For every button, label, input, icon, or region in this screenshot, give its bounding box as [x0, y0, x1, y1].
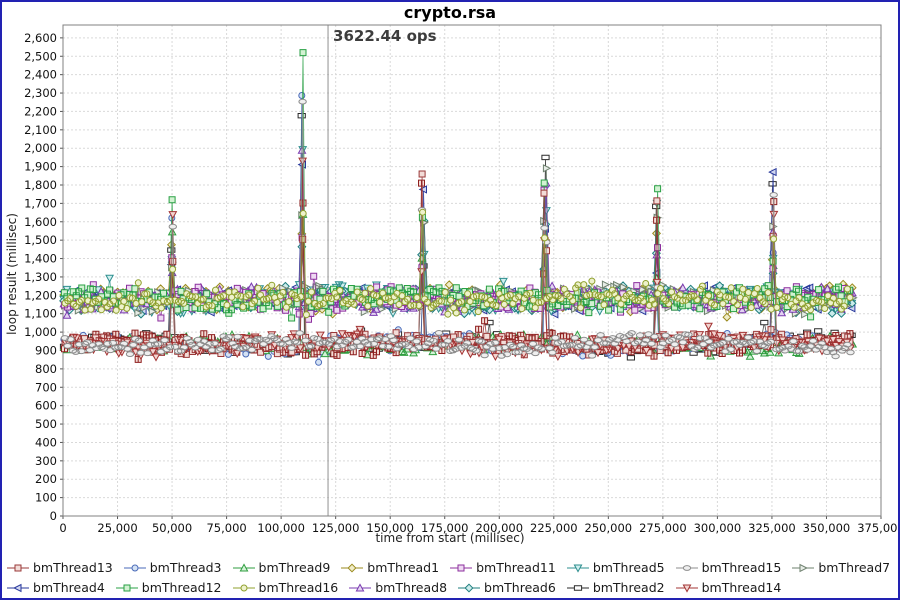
y-tick-label: 1,200 — [24, 288, 57, 302]
legend-item-bmThread7: bmThread7 — [791, 560, 890, 575]
legend-marker-icon — [675, 582, 699, 594]
y-tick-label: 1,500 — [24, 233, 57, 247]
y-tick-label: 1,000 — [24, 325, 57, 339]
series-bmThread16 — [62, 209, 853, 318]
legend-label: bmThread14 — [702, 580, 782, 595]
legend-label: bmThread2 — [593, 580, 665, 595]
y-tick-label: 1,100 — [24, 307, 57, 321]
legend-marker-icon — [115, 582, 139, 594]
y-tick-label: 2,100 — [24, 123, 57, 137]
y-tick-label: 1,700 — [24, 196, 57, 210]
series-bmThread2 — [60, 114, 855, 361]
legend-item-bmThread3: bmThread3 — [123, 560, 222, 575]
legend-marker-icon — [232, 582, 256, 594]
y-tick-label: 900 — [35, 343, 57, 357]
series-bmThread13 — [62, 171, 853, 358]
legend-label: bmThread5 — [593, 560, 665, 575]
x-axis-label: time from start (millisec) — [2, 531, 898, 545]
y-tick-label: 1,600 — [24, 215, 57, 229]
legend-label: bmThread1 — [367, 560, 439, 575]
legend-label: bmThread11 — [476, 560, 556, 575]
legend-row-1: bmThread13 bmThread3 bmThread9 bmThread1 bmT… — [6, 558, 894, 577]
legend-marker-icon — [123, 562, 147, 574]
legend-marker-icon — [566, 562, 590, 574]
y-tick-label: 2,200 — [24, 104, 57, 118]
y-tick-label: 2,300 — [24, 86, 57, 100]
y-tick-label: 600 — [35, 399, 57, 413]
legend-marker-icon — [566, 582, 590, 594]
series-bmThread3 — [61, 93, 855, 366]
y-axis-label: loop result (millisec) — [5, 213, 19, 335]
legend-marker-icon — [232, 562, 256, 574]
y-tick-label: 200 — [35, 472, 57, 486]
legend-item-bmThread5: bmThread5 — [566, 560, 665, 575]
legend-marker-icon — [340, 562, 364, 574]
y-tick-label: 1,300 — [24, 270, 57, 284]
y-tick-label: 500 — [35, 417, 57, 431]
legend-item-bmThread16: bmThread16 — [232, 580, 339, 595]
y-tick-label: 400 — [35, 435, 57, 449]
legend-label: bmThread15 — [702, 560, 782, 575]
legend-label: bmThread8 — [375, 580, 447, 595]
y-tick-label: 2,000 — [24, 141, 57, 155]
series-bmThread14 — [62, 158, 855, 361]
legend-item-bmThread6: bmThread6 — [457, 580, 556, 595]
legend-row-2: bmThread4 bmThread12 bmThread16 bmThread8 bm… — [6, 578, 894, 597]
legend-item-bmThread11: bmThread11 — [449, 560, 556, 575]
legend-item-bmThread15: bmThread15 — [675, 560, 782, 575]
legend-item-bmThread9: bmThread9 — [232, 560, 331, 575]
legend-marker-icon — [6, 582, 30, 594]
legend-label: bmThread9 — [259, 560, 331, 575]
legend-marker-icon — [6, 562, 30, 574]
y-tick-label: 1,800 — [24, 178, 57, 192]
legend-item-bmThread13: bmThread13 — [6, 560, 113, 575]
legend-marker-icon — [348, 582, 372, 594]
legend-item-bmThread1: bmThread1 — [340, 560, 439, 575]
y-tick-label: 100 — [35, 491, 57, 505]
legend-marker-icon — [449, 562, 473, 574]
plot-area: 0 100 200 300 400 500 600 700 800 900 1,000 1,100 1,… — [2, 2, 898, 554]
legend: bmThread13 bmThread3 bmThread9 bmThread1 bmT… — [6, 558, 894, 597]
legend-item-bmThread2: bmThread2 — [566, 580, 665, 595]
legend-label: bmThread6 — [484, 580, 556, 595]
legend-label: bmThread7 — [818, 560, 890, 575]
legend-label: bmThread4 — [33, 580, 105, 595]
y-tick-label: 2,500 — [24, 49, 57, 63]
legend-label: bmThread3 — [150, 560, 222, 575]
y-tick-label: 0 — [50, 509, 57, 523]
y-tick-label: 1,900 — [24, 160, 57, 174]
chart-window: crypto.rsa 01002003004005006007008009001… — [0, 0, 900, 600]
legend-marker-icon — [791, 562, 815, 574]
legend-item-bmThread14: bmThread14 — [675, 580, 782, 595]
y-tick-label: 2,400 — [24, 68, 57, 82]
ops-annotation: 3622.44 ops — [333, 27, 437, 45]
legend-item-bmThread4: bmThread4 — [6, 580, 105, 595]
y-tick-label: 300 — [35, 454, 57, 468]
legend-label: bmThread12 — [142, 580, 222, 595]
legend-marker-icon — [457, 582, 481, 594]
y-tick-label: 1,400 — [24, 252, 57, 266]
y-tick-label: 700 — [35, 380, 57, 394]
series-bmThread15 — [61, 99, 854, 359]
legend-label: bmThread16 — [259, 580, 339, 595]
legend-item-bmThread12: bmThread12 — [115, 580, 222, 595]
legend-marker-icon — [675, 562, 699, 574]
y-tick-label: 2,600 — [24, 31, 57, 45]
legend-label: bmThread13 — [33, 560, 113, 575]
y-tick-label: 800 — [35, 362, 57, 376]
legend-item-bmThread8: bmThread8 — [348, 580, 447, 595]
